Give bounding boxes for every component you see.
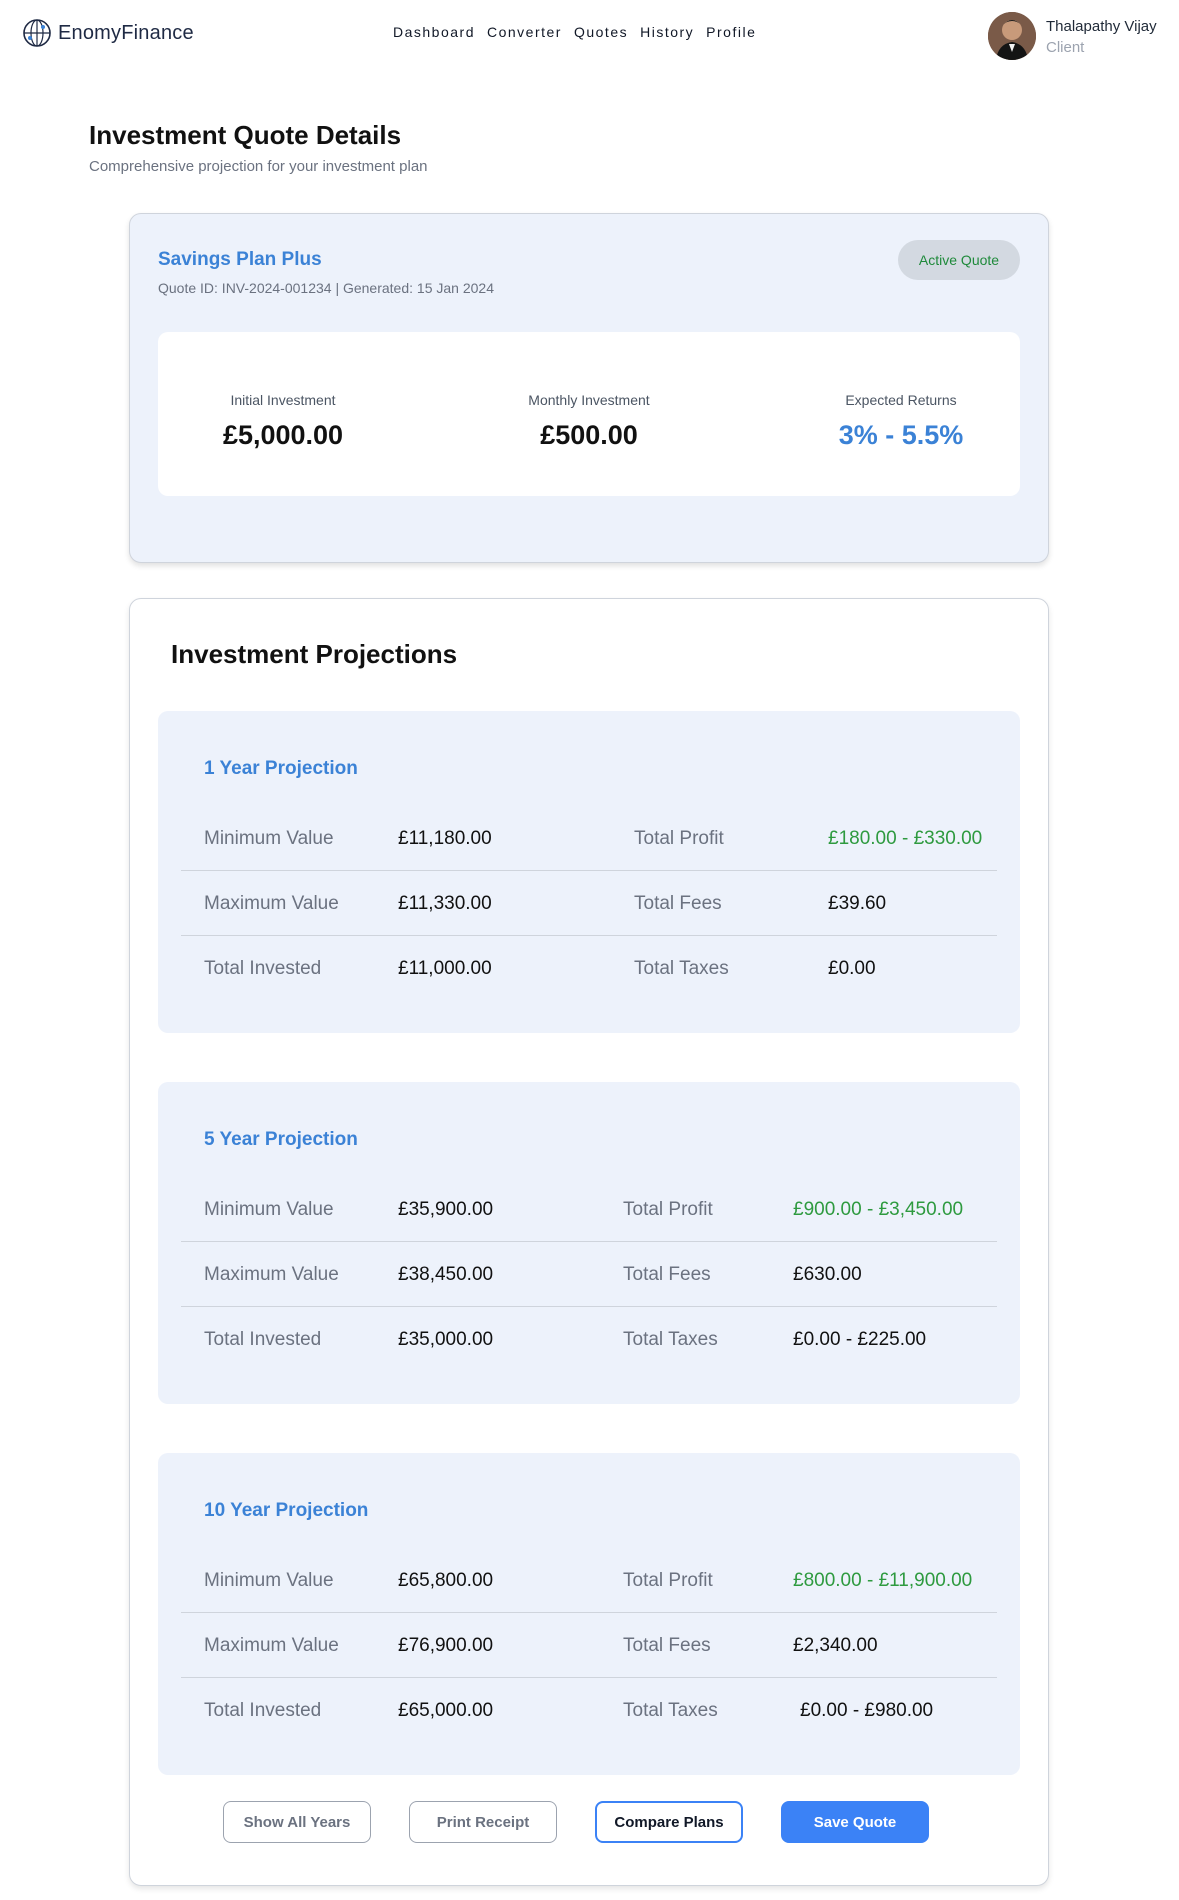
total-invested-value: £35,000.00 xyxy=(398,1329,494,1350)
expected-returns-label: Expected Returns xyxy=(845,392,957,408)
min-value: £35,900.00 xyxy=(398,1199,494,1220)
total-profit-value: £800.00 - £11,900.00 xyxy=(793,1570,973,1591)
total-taxes-value: £0.00 - £980.00 xyxy=(800,1700,934,1721)
print-receipt-button[interactable]: Print Receipt xyxy=(409,1801,557,1843)
investment-summary: Initial Investment £5,000.00 Monthly Inv… xyxy=(158,332,1020,496)
table-row: Total Invested £65,000.00 Total Taxes £0… xyxy=(181,1678,997,1743)
total-fees-label: Total Fees xyxy=(623,1635,711,1656)
max-value: £76,900.00 xyxy=(398,1635,494,1656)
total-profit-value: £180.00 - £330.00 xyxy=(828,828,983,849)
projection-block-5-year: 5 Year Projection Minimum Value £35,900.… xyxy=(158,1082,1020,1404)
total-invested-label: Total Invested xyxy=(204,958,322,979)
total-fees-value: £630.00 xyxy=(793,1264,862,1285)
total-invested-value: £65,000.00 xyxy=(398,1700,494,1721)
total-profit-label: Total Profit xyxy=(623,1570,713,1591)
expected-returns: Expected Returns 3% - 5.5% xyxy=(816,392,986,451)
expected-returns-value: 3% - 5.5% xyxy=(838,420,964,450)
total-taxes-label: Total Taxes xyxy=(634,958,729,979)
table-row: Minimum Value £65,800.00 Total Profit £8… xyxy=(181,1548,997,1613)
max-value-label: Maximum Value xyxy=(204,1635,339,1656)
main-nav: Dashboard Converter Quotes History Profi… xyxy=(393,24,756,40)
min-value-label: Minimum Value xyxy=(204,1570,334,1591)
total-taxes-label: Total Taxes xyxy=(623,1329,718,1350)
total-invested-value: £11,000.00 xyxy=(398,958,492,979)
total-profit-label: Total Profit xyxy=(623,1199,713,1220)
user-menu[interactable]: Thalapathy Vijay Client xyxy=(988,12,1157,60)
projection-title: 1 Year Projection xyxy=(204,758,358,779)
min-value-label: Minimum Value xyxy=(204,1199,334,1220)
projection-block-10-year: 10 Year Projection Minimum Value £65,800… xyxy=(158,1453,1020,1775)
table-row: Total Invested £35,000.00 Total Taxes £0… xyxy=(181,1307,997,1372)
projection-title: 10 Year Projection xyxy=(204,1500,369,1521)
user-role: Client xyxy=(1046,39,1085,56)
save-quote-button[interactable]: Save Quote xyxy=(781,1801,929,1843)
table-row: Total Invested £11,000.00 Total Taxes £0… xyxy=(181,936,997,1001)
projection-title: 5 Year Projection xyxy=(204,1129,358,1150)
show-all-years-button[interactable]: Show All Years xyxy=(223,1801,371,1843)
logo[interactable]: EnomyFinance xyxy=(22,18,194,48)
table-row: Maximum Value £11,330.00 Total Fees £39.… xyxy=(181,871,997,936)
initial-investment: Initial Investment £5,000.00 xyxy=(198,392,368,451)
total-invested-label: Total Invested xyxy=(204,1700,322,1721)
top-navbar: EnomyFinance Dashboard Converter Quotes … xyxy=(0,0,1179,66)
total-fees-value: £2,340.00 xyxy=(793,1635,878,1656)
logo-text: EnomyFinance xyxy=(58,21,194,44)
min-value-label: Minimum Value xyxy=(204,828,334,849)
max-value: £38,450.00 xyxy=(398,1264,494,1285)
page-subtitle: Comprehensive projection for your invest… xyxy=(89,158,428,175)
projection-block-1-year: 1 Year Projection Minimum Value £11,180.… xyxy=(158,711,1020,1033)
max-value: £11,330.00 xyxy=(398,893,492,914)
page-title: Investment Quote Details xyxy=(89,120,402,150)
table-row: Maximum Value £38,450.00 Total Fees £630… xyxy=(181,1242,997,1307)
avatar xyxy=(988,12,1036,60)
total-profit-value: £900.00 - £3,450.00 xyxy=(793,1199,964,1220)
quote-card: Savings Plan Plus Quote ID: INV-2024-001… xyxy=(129,213,1049,563)
monthly-investment-value: £500.00 xyxy=(540,420,638,450)
min-value: £65,800.00 xyxy=(398,1570,494,1591)
total-taxes-label: Total Taxes xyxy=(623,1700,718,1721)
total-fees-label: Total Fees xyxy=(623,1264,711,1285)
total-taxes-value: £0.00 xyxy=(828,958,876,979)
compare-plans-button[interactable]: Compare Plans xyxy=(595,1801,743,1843)
projections-title: Investment Projections xyxy=(171,639,458,669)
total-fees-label: Total Fees xyxy=(634,893,722,914)
table-row: Minimum Value £11,180.00 Total Profit £1… xyxy=(181,806,997,871)
min-value: £11,180.00 xyxy=(398,828,492,849)
quote-meta: Quote ID: INV-2024-001234 | Generated: 1… xyxy=(158,280,494,296)
monthly-investment: Monthly Investment £500.00 xyxy=(504,392,674,451)
projections-card: Investment Projections 1 Year Projection… xyxy=(129,598,1049,1886)
total-fees-value: £39.60 xyxy=(828,893,887,914)
nav-quotes[interactable]: Quotes xyxy=(574,24,628,40)
table-row: Minimum Value £35,900.00 Total Profit £9… xyxy=(181,1177,997,1242)
max-value-label: Maximum Value xyxy=(204,893,339,914)
initial-investment-label: Initial Investment xyxy=(230,392,336,408)
nav-profile[interactable]: Profile xyxy=(706,24,756,40)
initial-investment-value: £5,000.00 xyxy=(222,420,344,450)
status-badge: Active Quote xyxy=(898,240,1020,280)
nav-history[interactable]: History xyxy=(640,24,694,40)
monthly-investment-label: Monthly Investment xyxy=(528,392,650,408)
table-row: Maximum Value £76,900.00 Total Fees £2,3… xyxy=(181,1613,997,1678)
total-taxes-value: £0.00 - £225.00 xyxy=(793,1329,927,1350)
total-invested-label: Total Invested xyxy=(204,1329,322,1350)
globe-logo-icon xyxy=(23,19,51,47)
user-name: Thalapathy Vijay xyxy=(1046,18,1157,35)
nav-dashboard[interactable]: Dashboard xyxy=(393,24,475,40)
max-value-label: Maximum Value xyxy=(204,1264,339,1285)
plan-name: Savings Plan Plus xyxy=(158,249,322,270)
nav-converter[interactable]: Converter xyxy=(487,24,562,40)
total-profit-label: Total Profit xyxy=(634,828,724,849)
